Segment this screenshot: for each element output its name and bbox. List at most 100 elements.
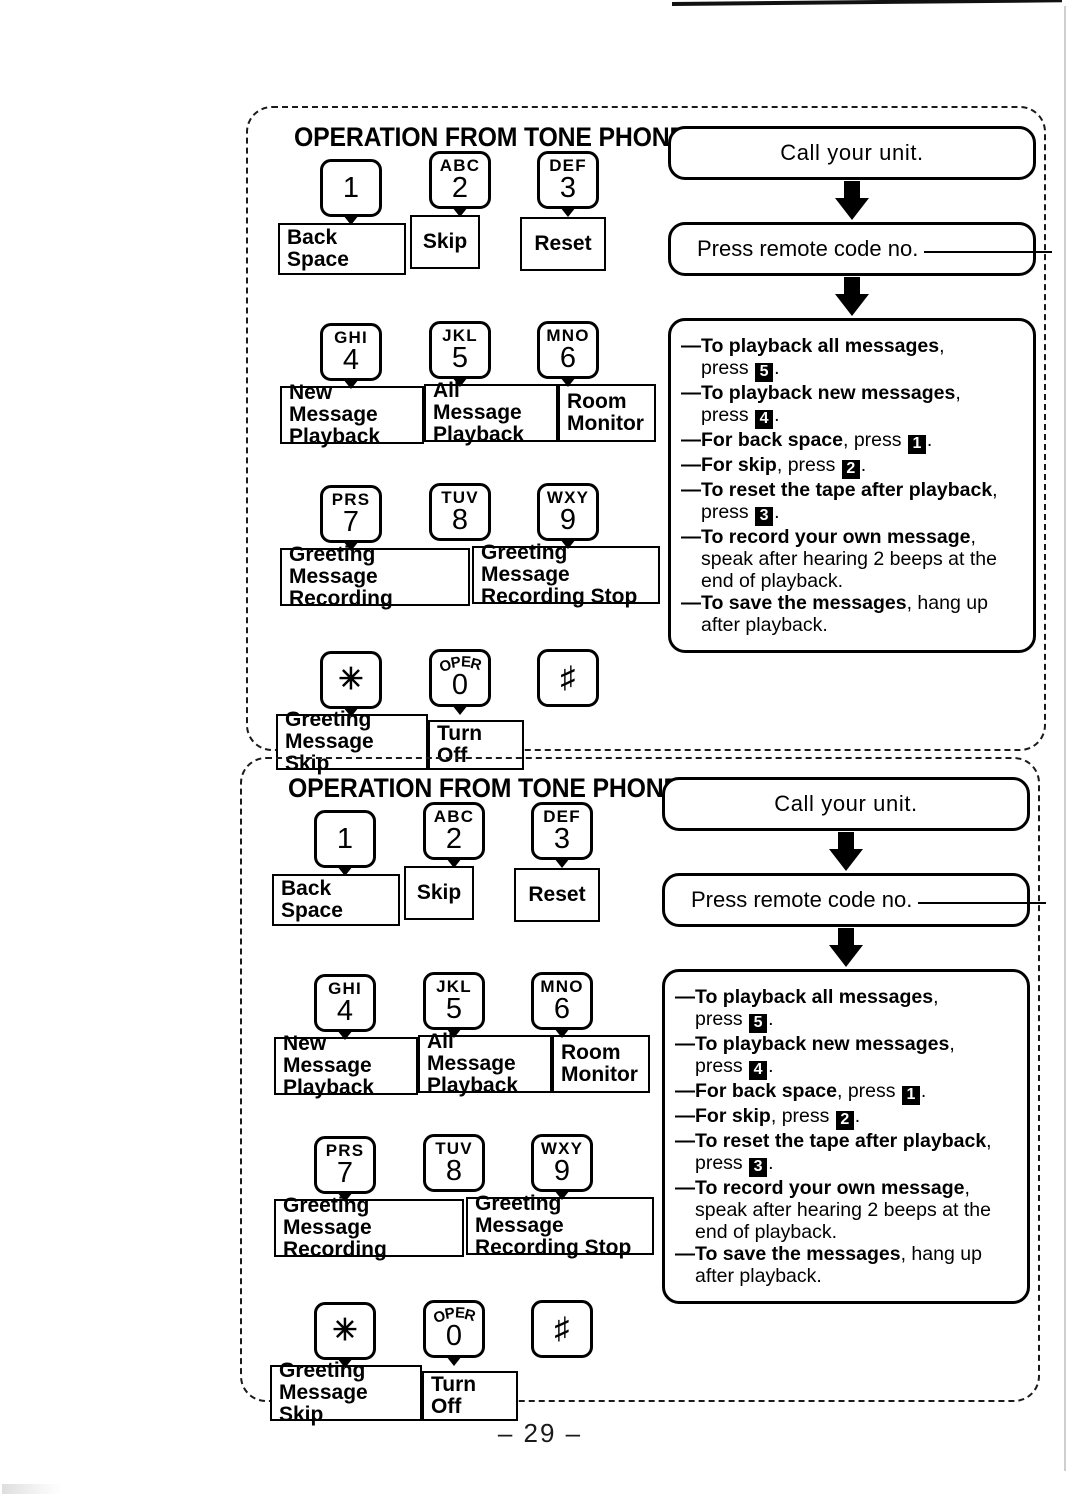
function-box-reset: Reset [514,868,600,922]
key-hash[interactable]: ♯ [531,1300,593,1358]
remote-code-blank-field[interactable] [918,902,1047,904]
remote-code-blank-field[interactable] [924,251,1053,253]
key-4[interactable]: GHI 4 [314,974,376,1032]
key-1[interactable]: 1 [314,810,376,868]
key-0-digit: 0 [451,669,469,701]
flow-arrow-down-icon [662,927,1030,969]
function-box-all-message-playback: All Message Playback [418,1030,552,1097]
key-2[interactable]: ABC 2 [429,151,491,209]
instruction-item: — To playback all messages, press 5. [675,986,939,1034]
function-box-new-message-playback: New Message Playback [274,1032,418,1099]
key-2[interactable]: ABC 2 [423,802,485,860]
function-box-all-message-playback: All Message Playback [424,379,558,446]
key-6-digit: 6 [559,342,577,374]
em-dash-icon: — [681,479,701,502]
instruction-item: — To playback all messages, press 5. [681,335,945,383]
em-dash-icon: — [675,1080,695,1103]
function-box-room-monitor: Room Monitor [558,384,656,442]
em-dash-icon: — [675,986,695,1008]
function-box-back-space: Back Space [272,874,400,926]
key-hash[interactable]: ♯ [537,649,599,707]
key-star[interactable]: ✳ [314,1302,376,1360]
function-box-greeting-message-recording-stop: Greeting Message Recording Stop [472,541,660,608]
function-box-greeting-message-recording-stop: Greeting Message Recording Stop [466,1192,654,1259]
key-7[interactable]: PRS 7 [314,1136,376,1194]
em-dash-icon: — [675,1243,695,1266]
flow-step-press-remote-code: Press remote code no. [662,873,1047,927]
keycap-badge: 3 [755,507,774,527]
key-star-digit: ✳ [338,663,364,696]
instruction-item: — To reset the tape after playback, press… [681,479,998,527]
flow-step-1-text: Call your unit. [774,791,918,816]
key-6[interactable]: MNO 6 [531,972,593,1030]
key-9[interactable]: WXY 9 [531,1134,593,1192]
key-star[interactable]: ✳ [320,651,382,709]
scan-bottom-left-artifact [2,1484,62,1494]
scan-right-edge-artifact [1064,6,1066,1471]
key-0-letters: OPER [436,653,483,677]
em-dash-icon: — [675,1033,695,1056]
key-8-digit: 8 [445,1155,463,1187]
key-6-digit: 6 [553,993,571,1025]
key-7[interactable]: PRS 7 [320,485,382,543]
flow-step-press-remote-code: Press remote code no. [668,222,1053,276]
panel-title: OPERATION FROM TONE PHONE [288,773,680,803]
function-box-greeting-message-skip: Greeting Message Skip [270,1359,422,1426]
key-7-digit: 7 [342,506,360,538]
key-6[interactable]: MNO 6 [537,321,599,379]
key-2-digit: 2 [451,172,469,204]
key-4[interactable]: GHI 4 [320,323,382,381]
em-dash-icon: — [675,1105,695,1128]
keycap-badge: 5 [755,363,774,383]
flow-arrow-down-icon [668,276,1036,318]
key-0[interactable]: OPER 0 [429,649,491,707]
key-9-digit: 9 [559,504,577,536]
em-dash-icon: — [681,335,701,357]
function-box-room-monitor: Room Monitor [552,1035,650,1093]
key-3[interactable]: DEF 3 [537,151,599,209]
flow-step-2-text: Press remote code no. [671,236,1053,262]
instruction-item: — For skip, press 2. [681,454,867,480]
key-8[interactable]: TUV 8 [423,1134,485,1192]
key-7-digit: 7 [336,1157,354,1189]
key-4-digit: 4 [342,344,360,376]
key-8-digit: 8 [451,504,469,536]
key-star-digit: ✳ [332,1314,358,1347]
key-9[interactable]: WXY 9 [537,483,599,541]
em-dash-icon: — [681,454,701,477]
key-8[interactable]: TUV 8 [429,483,491,541]
key-1[interactable]: 1 [320,159,382,217]
keycap-badge: 2 [835,1111,854,1131]
key-3[interactable]: DEF 3 [531,802,593,860]
flow-panel: Call your unit. Press remote code no. — … [662,777,1047,1305]
function-box-turn-off: Turn Off [422,1371,518,1421]
em-dash-icon: — [681,526,701,549]
em-dash-icon: — [675,1177,695,1200]
keycap-badge: 2 [841,460,860,480]
key-9-digit: 9 [553,1155,571,1187]
page-number: – 29 – [497,1418,583,1448]
key-5[interactable]: JKL 5 [429,321,491,379]
keypad-row-456: GHI 4 JKL 5 MNO 6 New Message Playback A… [266,972,686,1099]
keycap-badge: 1 [901,1086,920,1106]
key-hash-digit: ♯ [560,661,576,694]
instruction-item: — To save the messages, hang up after pla… [675,1243,982,1288]
key-1-digit: 1 [342,171,360,204]
keypad-row-star-0-hash: ✳ OPER 0 ♯ Greeting Message Skip Turn Of… [266,1300,686,1426]
key-2-digit: 2 [445,823,463,855]
keypad-panel: OPERATION FROM TONE PHONE 1 ABC 2 DEF 3 [272,122,692,775]
flow-step-call-your-unit: Call your unit. [668,126,1036,180]
instruction-item: — To playback new messages, press 4. [681,382,961,430]
keypad-row-789: PRS 7 TUV 8 WXY 9 Greeting Message Recor… [266,1134,686,1261]
flow-arrow-down-icon [662,831,1030,873]
flow-instruction-list: — To playback all messages, press 5. — To… [668,318,1036,654]
flow-step-call-your-unit: Call your unit. [662,777,1030,831]
function-box-skip: Skip [404,866,474,920]
keycap-badge: 4 [755,410,774,430]
instruction-item: — To save the messages, hang up after pla… [681,592,988,637]
instruction-item: — To playback new messages, press 4. [675,1033,955,1081]
tone-phone-card-1: OPERATION FROM TONE PHONE 1 ABC 2 DEF 3 [246,106,1053,775]
key-4-digit: 4 [336,995,354,1027]
key-5[interactable]: JKL 5 [423,972,485,1030]
key-0[interactable]: OPER 0 [423,1300,485,1358]
